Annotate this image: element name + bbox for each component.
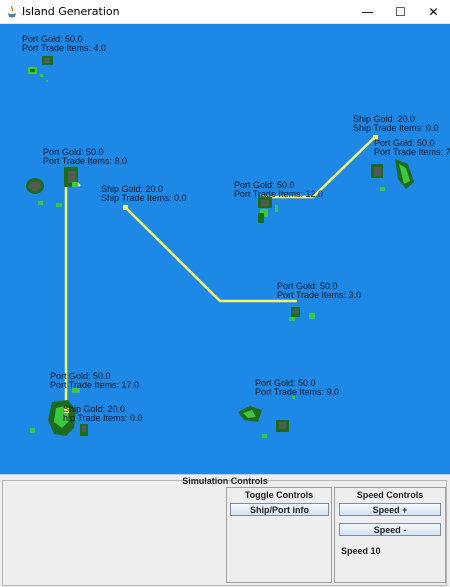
ship-trade-items: Ship Trade Items: 0.0: [101, 193, 187, 203]
speed-up-button[interactable]: Speed +: [339, 503, 441, 516]
island-center: [289, 307, 315, 321]
island-map: Port Gold: 50.0 Port Trade Items: 4.0 Po…: [0, 24, 450, 474]
port-label: Port Gold: 50.0 Port Trade Items: 7: [374, 139, 450, 157]
port-trade-items: Port Trade Items: 17.0: [50, 380, 140, 390]
java-icon: [8, 5, 16, 18]
island-nw: [28, 56, 53, 82]
ship-label: Ship Gold: 20.0 hip Trade Items: 0.0: [63, 405, 143, 423]
maximize-button[interactable]: ☐: [384, 0, 417, 24]
port-label: Port Gold: 50.0 Port Trade Items: 17.0: [50, 372, 139, 390]
close-button[interactable]: ✕: [417, 0, 450, 24]
port-trade-items: Port Trade Items: 8.0: [43, 156, 128, 166]
ship-label: Ship Gold: 20.0 Ship Trade Items: 0.0: [101, 185, 187, 203]
island-se: [238, 396, 295, 438]
island-center-top: [258, 197, 278, 223]
simulation-controls-title: Simulation Controls: [182, 476, 268, 486]
port-trade-items: Port Trade Items: 7: [374, 147, 450, 157]
minimize-button[interactable]: —: [351, 0, 384, 24]
port-label: Port Gold: 50.0 Port Trade Items: 3.0: [277, 282, 361, 300]
speed-down-button[interactable]: Speed -: [339, 523, 441, 536]
speed-controls-title: Speed Controls: [356, 490, 424, 500]
port-trade-items: Port Trade Items: 9.0: [255, 387, 340, 397]
window-title: Island Generation: [22, 5, 120, 18]
ship-trade-items: Ship Trade Items: 0.0: [353, 123, 439, 133]
ship-label: Ship Gold: 20.0 Ship Trade Items: 0.0: [353, 115, 439, 133]
speed-value: Speed 10: [341, 546, 381, 556]
ship-port-info-button[interactable]: Ship/Port info: [230, 503, 329, 516]
port-label: Port Gold: 50.0 Port Trade Items: 9.0: [255, 379, 339, 397]
toggle-controls-panel: Toggle Controls Ship/Port info: [226, 487, 332, 583]
title-bar: Island Generation — ☐ ✕: [0, 0, 450, 24]
island-west: [26, 167, 78, 207]
route-line: [124, 206, 297, 303]
simulation-controls: Simulation Controls Toggle Controls Ship…: [0, 474, 450, 587]
island-ne: [371, 159, 414, 191]
port-label: Port Gold: 50.0 Port Trade Items: 8.0: [43, 148, 127, 166]
toggle-controls-title: Toggle Controls: [244, 490, 314, 500]
port-trade-items: Port Trade Items: 4.0: [22, 43, 107, 53]
port-label: Port Gold: 50.0 Port Trade Items: 4.0: [22, 35, 106, 53]
ship-trade-items: hip Trade Items: 0.0: [63, 413, 143, 423]
port-label: Port Gold: 50.0 Port Trade Items: 12.0: [234, 181, 323, 199]
speed-controls-panel: Speed Controls Speed + Speed - Speed 10: [334, 487, 446, 583]
port-trade-items: Port Trade Items: 3.0: [277, 290, 362, 300]
port-trade-items: Port Trade Items: 12.0: [234, 189, 324, 199]
ship-marker[interactable]: [123, 205, 128, 210]
